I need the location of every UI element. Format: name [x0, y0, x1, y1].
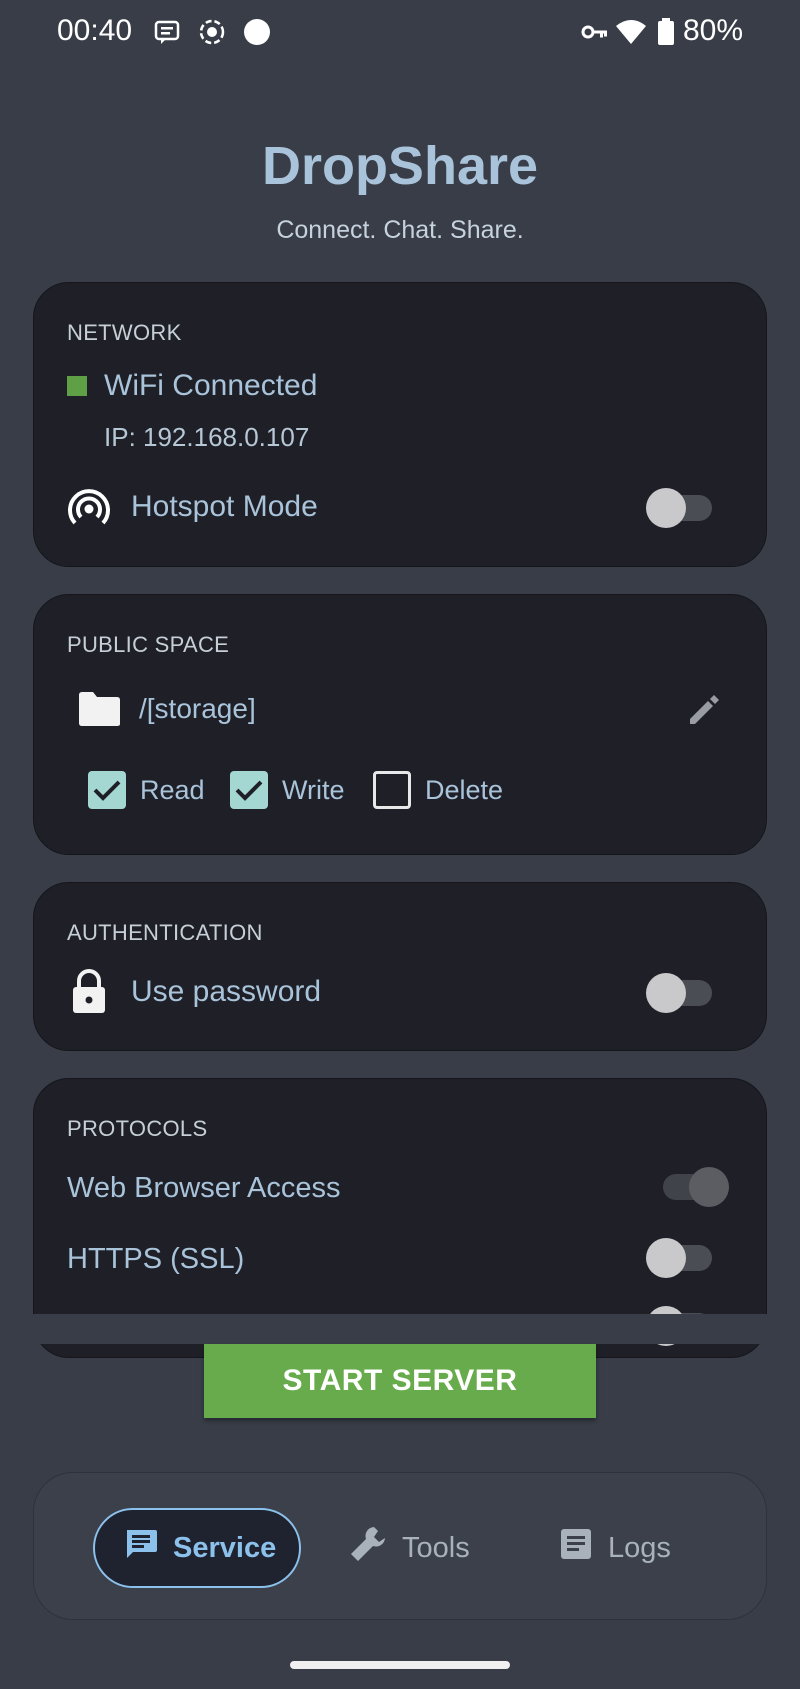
- delete-checkbox[interactable]: [373, 771, 411, 809]
- lock-icon: [70, 969, 108, 1020]
- dot-icon: [243, 18, 271, 51]
- app-title: DropShare: [261, 136, 539, 196]
- web-browser-access-label: Web Browser Access: [67, 1172, 341, 1204]
- authentication-section-label: AUTHENTICATION: [67, 920, 263, 945]
- toggle-thumb: [646, 973, 686, 1013]
- hotspot-icon: [67, 487, 111, 536]
- ip-address: IP: 192.168.0.107: [104, 422, 310, 452]
- vpn-key-icon: [580, 18, 608, 51]
- nav-label-logs: Logs: [608, 1531, 671, 1564]
- battery-icon: [657, 18, 675, 51]
- nav-label-tools: Tools: [402, 1531, 470, 1564]
- message-icon: [153, 18, 181, 51]
- nav-tab-logs[interactable]: Logs: [558, 1508, 671, 1588]
- connection-status-indicator: [67, 376, 87, 396]
- start-server-button[interactable]: START SERVER: [204, 1344, 596, 1418]
- web-browser-access-toggle[interactable]: [663, 1167, 729, 1207]
- wrench-icon: [348, 1524, 388, 1572]
- folder-icon: [77, 691, 121, 732]
- read-label: Read: [140, 775, 205, 805]
- nav-tab-service[interactable]: Service: [93, 1508, 301, 1588]
- https-ssl-toggle[interactable]: [646, 1238, 712, 1278]
- app-screen: 00:40 80% DropShare Connect. Chat. Share…: [0, 0, 800, 1689]
- write-label: Write: [282, 775, 345, 805]
- write-checkbox[interactable]: [230, 771, 268, 809]
- toggle-thumb: [646, 1238, 686, 1278]
- protocols-section-label: PROTOCOLS: [67, 1116, 208, 1141]
- battery-percent: 80%: [683, 14, 744, 47]
- wifi-status: WiFi Connected: [104, 369, 318, 402]
- https-ssl-label: HTTPS (SSL): [67, 1243, 245, 1275]
- public-space-section-label: PUBLIC SPACE: [67, 632, 230, 657]
- scroll-edge: [0, 1314, 800, 1344]
- nav-tab-tools[interactable]: Tools: [348, 1508, 470, 1588]
- bottom-navigation: Service Tools Logs: [33, 1472, 767, 1620]
- hotspot-toggle[interactable]: [646, 488, 712, 528]
- network-section-label: NETWORK: [67, 320, 182, 345]
- hotspot-label: Hotspot Mode: [131, 490, 318, 523]
- delete-label: Delete: [425, 775, 504, 805]
- edit-pencil-icon[interactable]: [686, 691, 722, 732]
- status-bar: 00:40 80%: [0, 0, 800, 64]
- status-time: 00:40: [57, 14, 133, 47]
- read-checkbox[interactable]: [88, 771, 126, 809]
- use-password-label: Use password: [131, 975, 322, 1008]
- network-card: NETWORK WiFi Connected IP: 192.168.0.107…: [33, 282, 767, 567]
- wifi-icon: [615, 18, 647, 51]
- screen-record-icon: [198, 18, 226, 51]
- storage-path[interactable]: /[storage]: [139, 693, 256, 725]
- password-toggle[interactable]: [646, 973, 712, 1013]
- authentication-card: AUTHENTICATION Use password: [33, 882, 767, 1051]
- nav-label-service: Service: [173, 1531, 277, 1564]
- app-subtitle: Connect. Chat. Share.: [276, 216, 524, 244]
- public-space-card: PUBLIC SPACE /[storage] Read Write Delet…: [33, 594, 767, 855]
- chat-icon: [123, 1526, 159, 1570]
- toggle-thumb: [646, 488, 686, 528]
- toggle-thumb: [689, 1167, 729, 1207]
- document-icon: [558, 1526, 594, 1570]
- gesture-home-bar[interactable]: [290, 1661, 510, 1669]
